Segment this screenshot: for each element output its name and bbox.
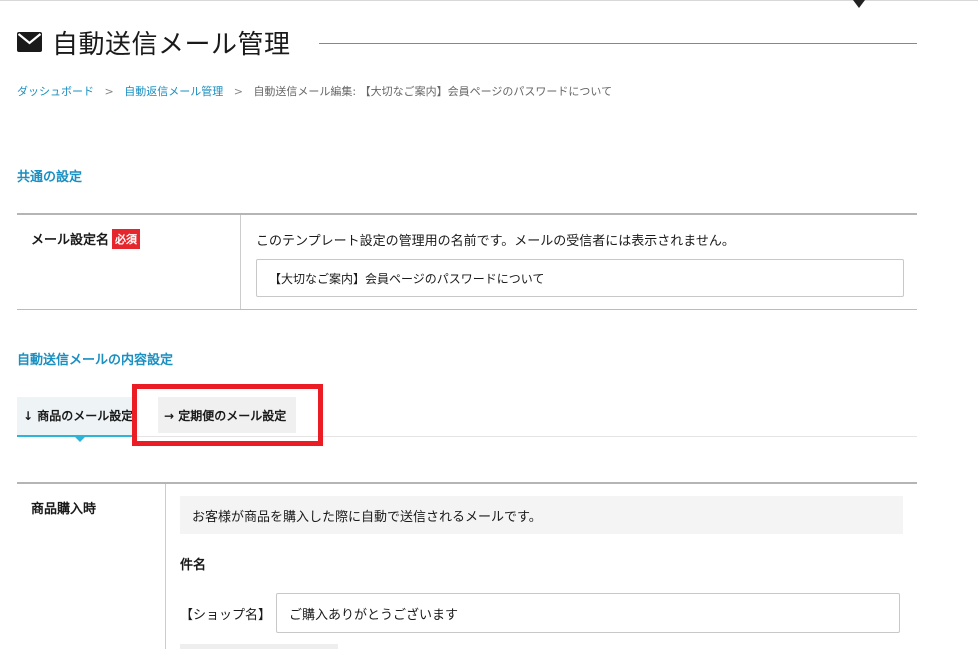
purchase-mail-label-cell: 商品購入時 — [17, 484, 166, 649]
shop-name-prefix: 【ショップ名】 — [180, 607, 272, 623]
subject-input[interactable]: ご購入ありがとうございます — [276, 593, 901, 633]
mail-name-settings-table: メール設定名 必須 このテンプレート設定の管理用の名前です。メールの受信者には表示… — [17, 213, 917, 310]
purchase-mail-description: お客様が商品を購入した際に自動で送信されるメールです。 — [180, 496, 903, 534]
breadcrumb-dashboard-link[interactable]: ダッシュボード — [17, 85, 94, 98]
required-badge: 必須 — [112, 229, 141, 249]
truncated-content-strip — [180, 644, 338, 649]
purchase-mail-description-text: お客様が商品を購入した際に自動で送信されるメールです。 — [192, 509, 542, 525]
purchase-mail-value-cell: お客様が商品を購入した際に自動で送信されるメールです。 件名 【ショップ名】 ご… — [166, 484, 917, 649]
top-divider — [0, 0, 978, 1]
tab-subscription-mail-settings[interactable]: → 定期便のメール設定 — [158, 397, 296, 433]
breadcrumb-separator: > — [104, 85, 114, 98]
dropdown-caret-icon[interactable] — [853, 0, 865, 8]
breadcrumb-autoreply-link[interactable]: 自動返信メール管理 — [124, 85, 223, 98]
mail-settings-tabs: ↓ 商品のメール設定 → 定期便のメール設定 — [17, 397, 917, 442]
breadcrumb-current: 自動送信メール編集: 【大切なご案内】会員ページのパスワードについて — [253, 85, 613, 98]
envelope-icon — [17, 32, 42, 52]
subject-label: 件名 — [180, 558, 207, 573]
breadcrumb-separator: > — [233, 85, 243, 98]
mail-name-label-cell: メール設定名 必須 — [17, 215, 241, 309]
purchase-mail-label: 商品購入時 — [31, 502, 97, 517]
title-rule — [318, 42, 917, 44]
mail-name-help-text: このテンプレート設定の管理用の名前です。メールの受信者には表示されません。 — [256, 234, 735, 249]
common-settings-heading: 共通の設定 — [17, 170, 83, 185]
page-title: 自動送信メール管理 — [52, 29, 291, 60]
tab-subscription-mail-settings-label: → 定期便のメール設定 — [164, 409, 287, 423]
tab-product-mail-settings-label: ↓ 商品のメール設定 — [23, 409, 134, 423]
subject-row: 【ショップ名】 ご購入ありがとうございます — [180, 593, 904, 633]
tab-product-mail-settings[interactable]: ↓ 商品のメール設定 — [17, 397, 135, 442]
mail-name-input-value: 【大切なご案内】会員ページのパスワードについて — [269, 271, 545, 286]
content-settings-heading: 自動送信メールの内容設定 — [17, 353, 174, 368]
mail-name-input[interactable]: 【大切なご案内】会員ページのパスワードについて — [256, 259, 904, 297]
active-tab-pointer-icon — [73, 435, 87, 442]
mail-name-label: メール設定名 — [31, 233, 110, 248]
subject-input-value: ご購入ありがとうございます — [289, 607, 459, 623]
page-header: 自動送信メール管理 — [17, 22, 917, 62]
purchase-mail-table: 商品購入時 お客様が商品を購入した際に自動で送信されるメールです。 件名 【ショ… — [17, 482, 917, 649]
mail-name-value-cell: このテンプレート設定の管理用の名前です。メールの受信者には表示されません。 【大… — [241, 215, 917, 309]
breadcrumb: ダッシュボード > 自動返信メール管理 > 自動送信メール編集: 【大切なご案内… — [17, 83, 612, 99]
